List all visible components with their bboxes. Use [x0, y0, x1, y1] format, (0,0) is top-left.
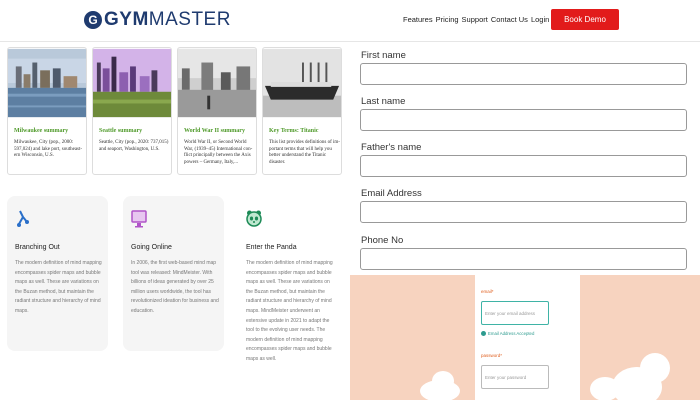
fathers-name-input[interactable] [360, 155, 687, 177]
feature-text: In 2006, the first web-based mind map to… [131, 260, 219, 314]
nav-contact-us[interactable]: Contact Us [491, 15, 528, 24]
cloud-decoration [590, 377, 620, 400]
panda-icon [246, 208, 262, 230]
login-background: email* Enter your email address Email Ad… [350, 275, 700, 400]
last-name-label: Last name [361, 96, 406, 107]
email-accepted-text: Email Address Accepted [488, 331, 535, 336]
last-name-input[interactable] [360, 109, 687, 131]
main-nav: Features Pricing Support Contact Us Logi… [403, 15, 552, 24]
titanic-image [263, 48, 341, 118]
summary-title: Seattle summary [99, 128, 143, 134]
password-label: password* [481, 353, 503, 358]
summary-title: Key Terms: Titanic [269, 128, 319, 134]
world-war-ii-image [178, 48, 256, 118]
monitor-icon [131, 208, 147, 230]
logo-mark-icon: G [84, 11, 102, 29]
check-icon [481, 331, 486, 336]
feature-card-branching-out: Branching Out The modern definition of m… [7, 196, 108, 351]
first-name-label: First name [361, 50, 406, 61]
summary-title: World War II summary [184, 128, 245, 134]
nav-login[interactable]: Login [531, 15, 549, 24]
nav-pricing[interactable]: Pricing [436, 15, 459, 24]
feature-title: Enter the Panda [246, 244, 297, 251]
email-label: email* [481, 289, 494, 294]
feature-text: The modern definition of mind mapping en… [246, 260, 333, 362]
book-demo-button[interactable]: Book Demo [551, 9, 619, 30]
summary-card-milwaukee[interactable]: Milwaukee summary Milwaukee, City (pop.,… [7, 47, 87, 175]
summary-card-seattle[interactable]: Seattle summary Seattle, City (pop., 202… [92, 47, 172, 175]
site-header: G GYMMASTER Features Pricing Support Con… [0, 0, 700, 42]
phone-no-input[interactable] [360, 248, 687, 270]
feature-text: The modern definition of mind mapping en… [15, 260, 102, 314]
fathers-name-label: Father's name [361, 142, 422, 153]
nav-support[interactable]: Support [462, 15, 488, 24]
logo-text-light: MASTER [148, 9, 231, 30]
summary-text: World War II, or Second World War, (1939… [184, 140, 253, 165]
email-address-input[interactable] [360, 201, 687, 223]
summary-card-world-war-ii[interactable]: World War II summary World War II, or Se… [177, 47, 257, 175]
logo-text: GYMMASTER [104, 9, 231, 31]
email-accepted-note: Email Address Accepted [481, 331, 534, 336]
login-email-input[interactable]: Enter your email address [481, 301, 549, 325]
seattle-image [93, 48, 171, 118]
summary-card-titanic[interactable]: Key Terms: Titanic This list provides de… [262, 47, 342, 175]
feature-card-going-online: Going Online In 2006, the first web-base… [123, 196, 224, 351]
feature-title: Going Online [131, 244, 172, 251]
summary-text: Milwaukee, City (pop., 2000: 597,024) an… [14, 140, 83, 158]
feature-title: Branching Out [15, 244, 60, 251]
cloud-decoration [640, 353, 670, 383]
branching-icon [15, 208, 31, 230]
summary-text: This list provides definitions of im-por… [269, 140, 340, 165]
login-panel: email* Enter your email address Email Ad… [475, 275, 580, 400]
gymmaster-logo[interactable]: G GYMMASTER [84, 9, 231, 31]
phone-no-label: Phone No [361, 235, 404, 246]
email-address-label: Email Address [361, 188, 422, 199]
first-name-input[interactable] [360, 63, 687, 85]
cloud-decoration [432, 371, 454, 391]
nav-features[interactable]: Features [403, 15, 433, 24]
feature-card-enter-the-panda: Enter the Panda The modern definition of… [238, 196, 342, 400]
summary-title: Milwaukee summary [14, 128, 69, 134]
milwaukee-image [8, 48, 86, 118]
summary-text: Seattle, City (pop., 2020: 737,015) and … [99, 140, 169, 152]
login-password-input[interactable]: Enter your password [481, 365, 549, 389]
logo-text-bold: GYM [104, 9, 149, 30]
